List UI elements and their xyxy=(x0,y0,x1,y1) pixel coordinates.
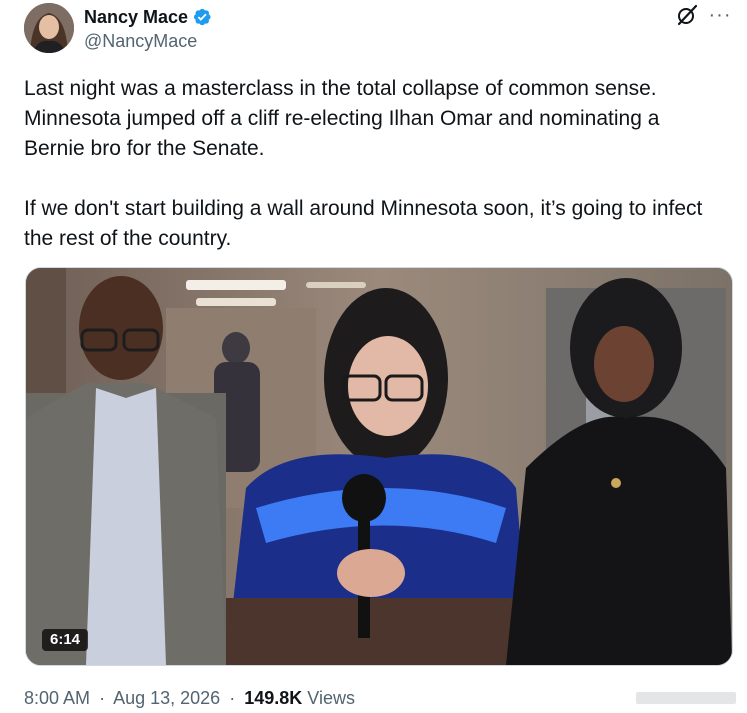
tweet-time[interactable]: 8:00 AM xyxy=(24,688,90,708)
tweet: Nancy Mace @NancyMace ··· Last night was… xyxy=(0,0,747,711)
verified-badge-icon[interactable] xyxy=(192,7,212,27)
more-options-icon[interactable]: ··· xyxy=(708,5,732,25)
author-name-text[interactable]: Nancy Mace xyxy=(84,6,188,28)
tweet-meta: 8:00 AM · Aug 13, 2026 · 149.8K Views xyxy=(24,686,355,710)
views-count: 149.8K xyxy=(244,688,303,708)
meta-separator: · xyxy=(229,688,236,708)
grok-icon[interactable] xyxy=(676,4,698,26)
author-display-name[interactable]: Nancy Mace xyxy=(84,6,212,28)
video-thumbnail xyxy=(26,268,732,665)
author-avatar[interactable] xyxy=(24,3,74,53)
views-label: Views xyxy=(307,688,355,708)
meta-separator: · xyxy=(99,688,106,708)
tweet-date[interactable]: Aug 13, 2026 xyxy=(113,688,220,708)
author-handle[interactable]: @NancyMace xyxy=(84,30,197,52)
tweet-text: Last night was a masterclass in the tota… xyxy=(24,77,703,250)
video-duration: 6:14 xyxy=(42,629,89,651)
tweet-video[interactable]: 6:14 xyxy=(25,267,733,666)
watermark-logo xyxy=(636,688,736,708)
